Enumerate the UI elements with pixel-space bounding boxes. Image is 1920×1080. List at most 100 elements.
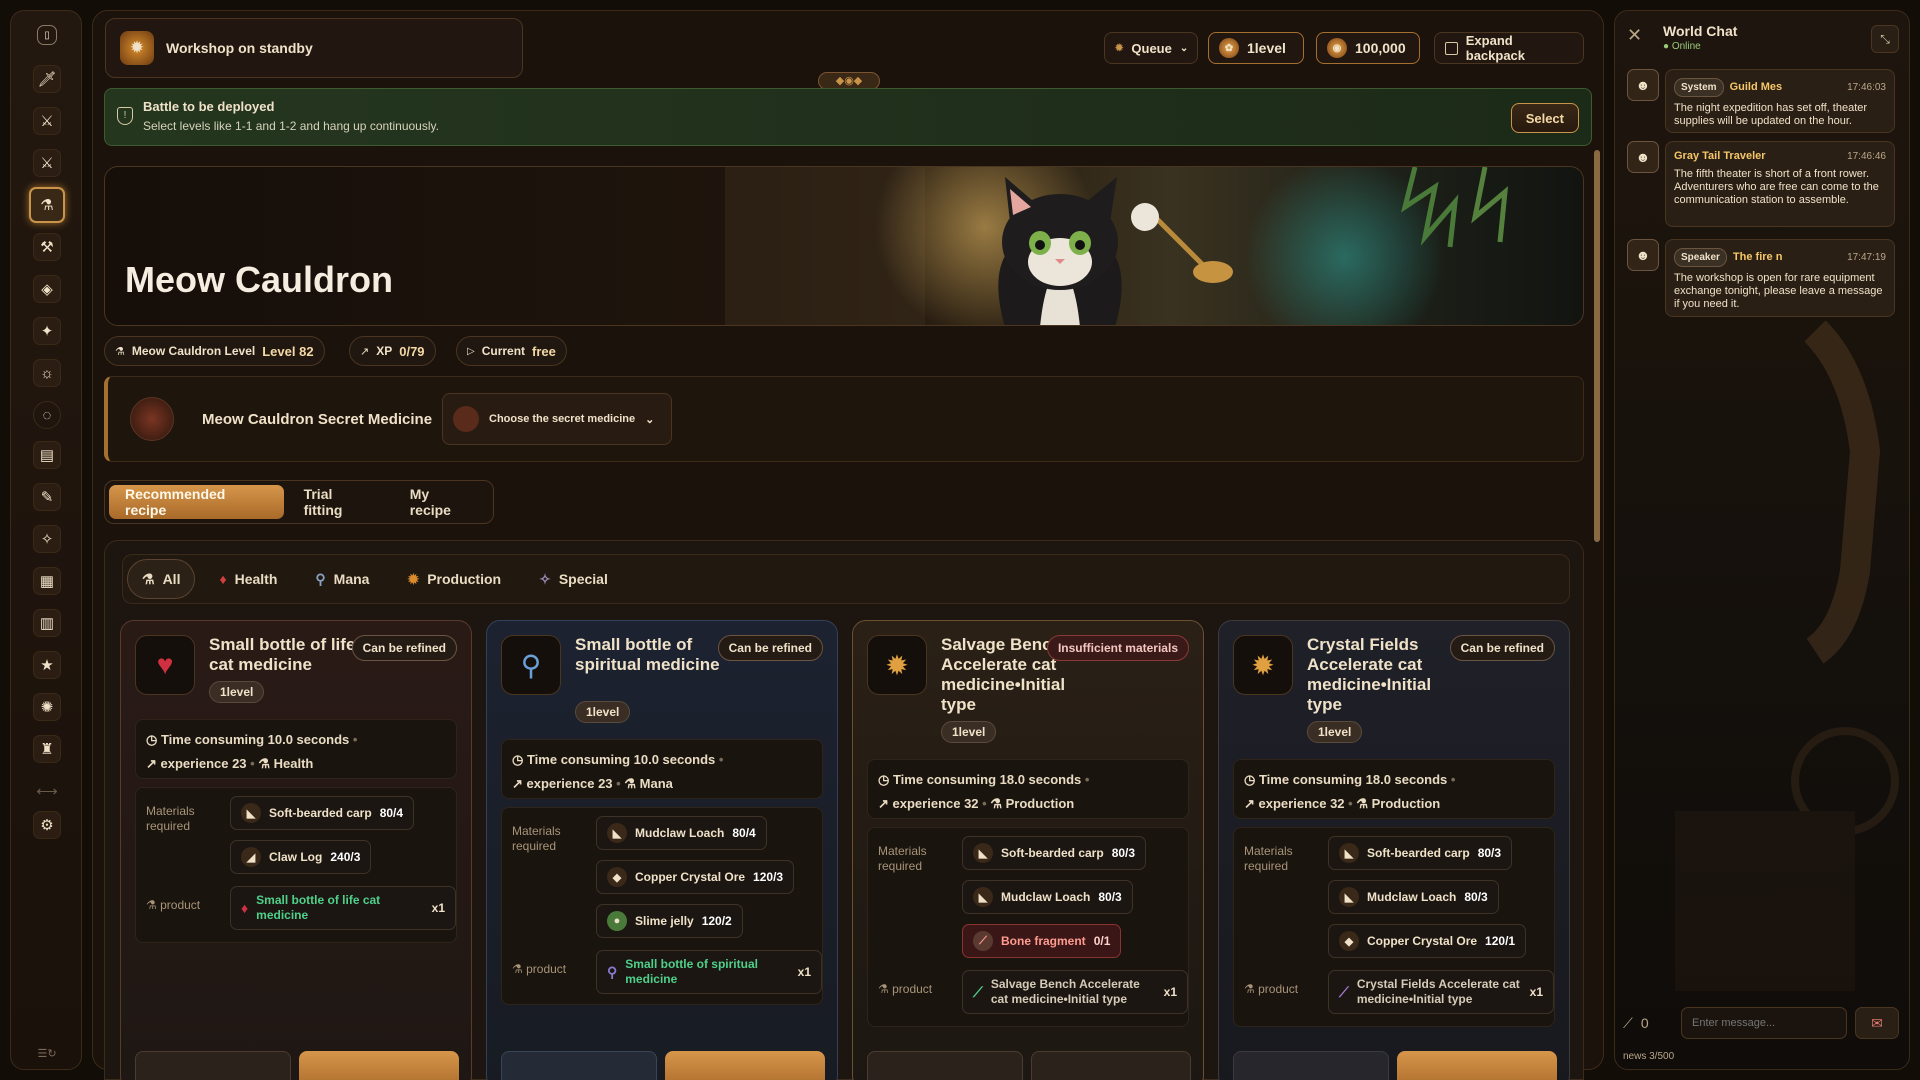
material-qty: 120/3 [753,870,784,884]
nav-footer-icon[interactable]: ☰↻ [33,1039,61,1067]
slime-icon: ● [607,911,627,931]
nav-sword-icon[interactable]: 🗡 [33,65,61,93]
nav-compass-icon[interactable]: ✧ [33,525,61,553]
refine-button[interactable] [1397,1051,1557,1080]
nav-settings-icon[interactable]: ⚙ [33,811,61,839]
battle-notice: ! Battle to be deployed Select levels li… [104,88,1592,146]
nav-forge-icon[interactable]: ⚒ [33,233,61,261]
material-pill: ● Slime jelly 120/2 [596,904,743,938]
nav-guild-icon[interactable]: ♜ [33,735,61,763]
queue-button[interactable]: ✹ Queue ⌄ [1104,32,1198,64]
recipe-card[interactable]: ✹ Crystal Fields Accelerate cat medicine… [1218,620,1570,1080]
select-button[interactable]: Select [1510,103,1579,133]
filter-special[interactable]: ✧ Special [525,559,622,599]
product-name: Crystal Fields Accelerate cat medicine•I… [1356,977,1520,1006]
workshop-gear-icon: ✹ [120,31,154,65]
fish-icon: ◣ [241,803,261,823]
recipe-card[interactable]: ⚲ Small bottle of spiritual medicine Can… [486,620,838,1080]
expand-backpack-button[interactable]: Expand backpack [1434,32,1584,64]
material-name: Claw Log [269,850,323,864]
details-button[interactable] [867,1051,1023,1080]
message-tag: System [1674,78,1724,97]
production-icon: ✹ [407,570,420,587]
details-button[interactable] [501,1051,657,1080]
product-icon: ⟋ [973,983,983,1000]
recipe-title: Small bottle of life cat medicine [209,635,356,674]
product-label: ⚗ product [512,962,567,976]
send-button[interactable]: ✉ [1855,1007,1899,1039]
message-sender[interactable]: The fire n [1733,251,1841,264]
main-scrollbar[interactable] [1594,150,1600,542]
chat-input[interactable] [1681,1007,1847,1039]
avatar[interactable]: ☻ [1627,239,1659,271]
speaker-counter[interactable]: ⟋ 0 [1623,1007,1683,1039]
nav-fire-icon[interactable]: ✦ [33,317,61,345]
filter-mana[interactable]: ⚲ Mana [301,559,383,599]
product-name: Salvage Bench Accelerate cat medicine•In… [990,977,1140,1006]
recipe-title: Small bottle of spiritual medicine [575,635,720,674]
nav-gear-icon[interactable]: ✺ [33,693,61,721]
recipe-card[interactable]: ♥ Small bottle of life cat medicine Can … [120,620,472,1080]
level-stat-value: Level 82 [262,343,314,359]
recipe-card[interactable]: ✹ Salvage Bench Accelerate cat medicine•… [852,620,1204,1080]
details-button[interactable] [1233,1051,1389,1080]
workshop-status-text: Workshop on standby [166,40,313,56]
workshop-status: ✹ Workshop on standby [105,18,523,78]
clock-icon: ◷ [1244,772,1256,787]
nav-map-icon[interactable]: ▦ [33,567,61,595]
type-text: Health [273,756,314,771]
nav-circle-icon[interactable]: ◌ [33,401,61,429]
material-pill: ◣ Mudclaw Loach 80/3 [1328,880,1499,914]
material-pill: ◣ Soft-bearded carp 80/3 [1328,836,1513,870]
nav-divider-icon: ⟷ [36,783,58,800]
avatar[interactable]: ☻ [1627,141,1659,173]
material-name: Copper Crystal Ore [1367,934,1478,948]
nav-shop-icon[interactable]: ▤ [33,441,61,469]
nav-sun-icon[interactable]: ☼ [33,359,61,387]
special-icon: ✧ [539,570,551,587]
filter-all[interactable]: ⚗ All [127,559,196,599]
tab-my-recipe[interactable]: My recipe [394,485,489,519]
filter-all-label: All [162,571,181,587]
tab-recommended-recipe[interactable]: Recommended recipe [109,485,284,519]
tab-trial-fitting[interactable]: Trial fitting [288,485,390,519]
refine-button-disabled[interactable] [1031,1051,1191,1080]
refine-button[interactable] [665,1051,825,1080]
material-name: Soft-bearded carp [1367,846,1470,860]
product-label-text: product [526,962,567,976]
message-sender[interactable]: Guild Mes [1730,81,1841,94]
trend-icon: ↗ [146,756,157,771]
collapse-icon[interactable]: ⤡ [1871,25,1899,53]
nav-star-icon[interactable]: ★ [33,651,61,679]
filter-health[interactable]: ♦ Health [205,559,291,599]
level-badge: 1level [1307,721,1363,743]
backpack-icon [1445,41,1458,55]
cauldron-banner: Meow Cauldron [104,166,1584,326]
level-badge: 1level [941,721,997,743]
message-sender[interactable]: Gray Tail Traveler [1674,150,1841,163]
nav-quest-icon[interactable]: ✎ [33,483,61,511]
material-qty: 80/4 [732,826,756,840]
materials-label: Materials required [878,844,958,874]
avatar[interactable]: ☻ [1627,69,1659,101]
nav-cauldron-icon[interactable]: ⚗ [29,187,65,223]
nav-battle-icon[interactable]: ⚔ [33,107,61,135]
nav-book-icon[interactable]: ▥ [33,609,61,637]
current-stat: ▷ Current free [456,336,567,366]
details-button[interactable] [135,1051,291,1080]
recipe-info: ◷ Time consuming 18.0 seconds • ↗ experi… [867,759,1189,819]
product-icon: ⟋ [1339,983,1349,1000]
sidebar-toggle-icon[interactable]: ▯ [37,25,57,45]
nav-crossed-swords-icon[interactable]: ⚔ [33,149,61,177]
type-text: Production [1371,796,1441,811]
flask-icon: ⚗ [624,776,637,791]
material-qty: 120/2 [701,914,732,928]
material-qty: 80/3 [1477,846,1502,860]
nav-shield-icon[interactable]: ◈ [33,275,61,303]
filter-production[interactable]: ✹ Production [393,559,515,599]
chat-title: World Chat [1663,23,1738,39]
speaker-count: 0 [1640,1015,1649,1031]
secret-medicine-dropdown[interactable]: Choose the secret medicine ⌄ [442,393,672,445]
refine-button[interactable] [299,1051,459,1080]
expand-backpack-label: Expand backpack [1465,33,1526,63]
